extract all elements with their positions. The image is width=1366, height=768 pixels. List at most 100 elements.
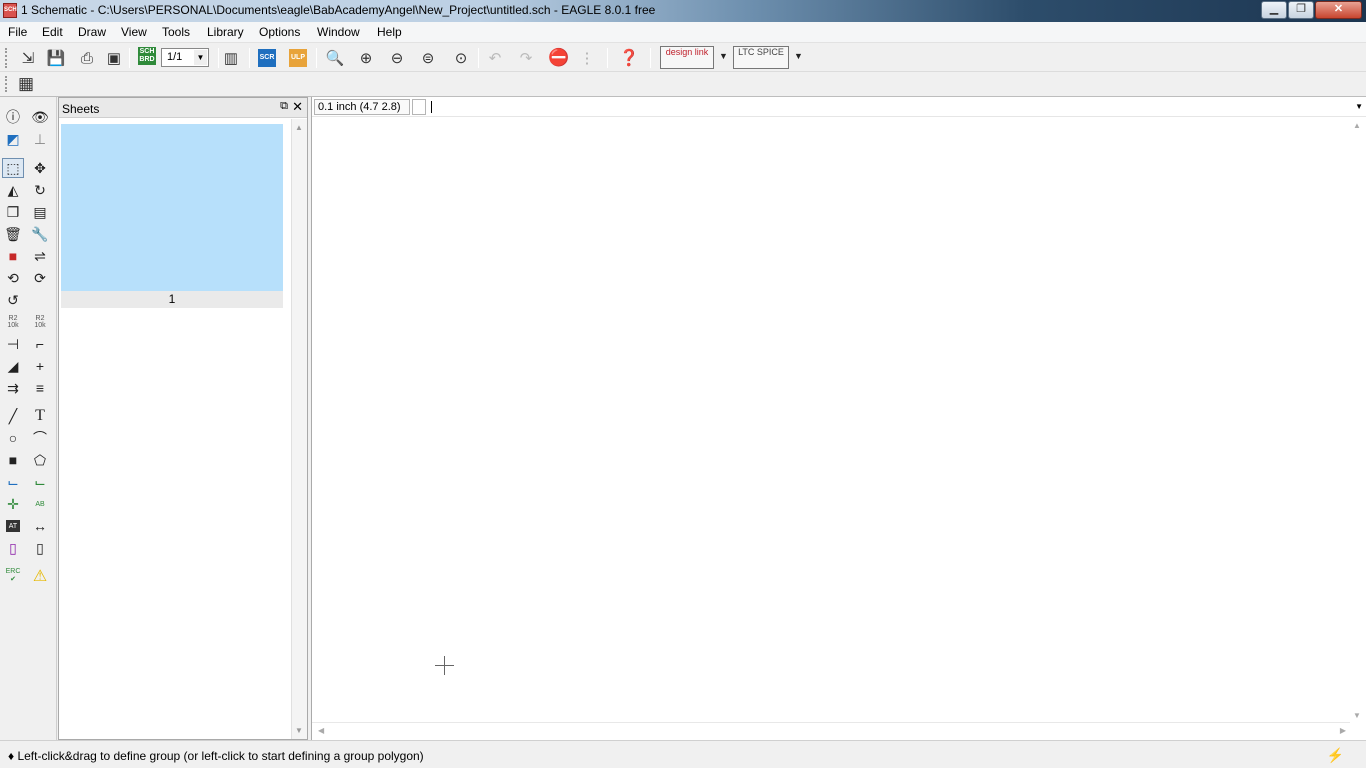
change-icon[interactable]: 🔧 xyxy=(29,224,51,244)
align-icon[interactable]: ≡ xyxy=(29,378,51,398)
maximize-button[interactable]: ❐ xyxy=(1288,1,1314,19)
rectangle-icon[interactable]: ■ xyxy=(2,450,24,470)
slice-icon[interactable]: ◢ xyxy=(2,356,24,376)
command-line-input[interactable] xyxy=(428,99,1348,115)
mark-icon[interactable]: ⊥ xyxy=(29,129,51,149)
rotate-icon[interactable]: ↻ xyxy=(29,180,51,200)
sheets-scrollbar[interactable]: ▲ ▼ xyxy=(291,119,307,739)
optimize-icon[interactable]: + xyxy=(29,356,51,376)
mirror-icon[interactable]: ◭ xyxy=(2,180,24,200)
zoom-select-icon[interactable]: ⊙ xyxy=(450,47,472,69)
save-icon[interactable]: 💾 xyxy=(45,47,67,69)
gate-swap-icon[interactable]: ⟳ xyxy=(29,268,51,288)
toolbar-grip[interactable] xyxy=(5,48,8,68)
zoom-out-icon[interactable]: ⊖ xyxy=(386,47,408,69)
show-icon[interactable]: 👁 xyxy=(29,107,51,127)
stack-icon[interactable]: ▥ xyxy=(220,47,242,69)
dimension-icon[interactable]: ↔ xyxy=(29,516,51,536)
scroll-right-icon[interactable]: ▶ xyxy=(1340,726,1346,735)
vertical-scrollbar[interactable]: ▲ ▼ xyxy=(1349,117,1366,722)
modules-icon[interactable]: ▯ xyxy=(29,538,51,558)
miter-icon[interactable]: ⌐ xyxy=(29,334,51,354)
attribute-icon[interactable]: AT xyxy=(6,520,20,532)
scroll-down-icon[interactable]: ▼ xyxy=(295,726,303,735)
grid-icon[interactable]: ▦ xyxy=(15,73,37,95)
script-icon[interactable]: SCR xyxy=(258,49,276,67)
scroll-up-icon[interactable]: ▲ xyxy=(1353,121,1361,130)
zoom-previous-icon[interactable]: ⊜ xyxy=(417,47,439,69)
value-tool-icon[interactable]: R2 10k xyxy=(29,312,51,332)
menu-options[interactable]: Options xyxy=(259,25,300,39)
frame-icon[interactable]: ▯ xyxy=(2,538,24,558)
pinswap-icon[interactable]: ⇌ xyxy=(29,246,51,266)
ulp-icon[interactable]: ULP xyxy=(289,49,307,67)
invoke-icon[interactable]: ↺ xyxy=(2,290,24,310)
command-history-box[interactable] xyxy=(412,99,426,115)
text-icon[interactable]: T xyxy=(29,406,51,426)
menu-help[interactable]: Help xyxy=(377,25,402,39)
arc-icon[interactable]: ⌒ xyxy=(29,428,51,448)
drawing-canvas[interactable] xyxy=(312,117,1350,722)
horizontal-scrollbar[interactable]: ◀ ▶ xyxy=(312,722,1350,740)
redo-icon[interactable]: ↷ xyxy=(515,47,537,69)
chevron-down-icon[interactable]: ▼ xyxy=(794,51,803,61)
menu-file[interactable]: File xyxy=(8,25,27,39)
paste-icon[interactable]: ▤ xyxy=(29,202,51,222)
close-window-button[interactable]: ✕ xyxy=(1315,1,1362,19)
menu-view[interactable]: View xyxy=(121,25,147,39)
label-icon[interactable]: AB xyxy=(29,494,51,514)
zoom-fit-icon[interactable]: 🔍 xyxy=(324,47,346,69)
sheet-thumbnail[interactable] xyxy=(61,124,283,291)
help-icon[interactable]: ❓ xyxy=(618,47,640,69)
cam-processor-icon[interactable]: ▣ xyxy=(103,47,125,69)
menu-edit[interactable]: Edit xyxy=(42,25,63,39)
smash-icon[interactable]: ⇉ xyxy=(2,378,24,398)
sch-brd-switch-icon[interactable]: SCH BRD xyxy=(138,47,156,65)
sheet-number-label[interactable]: 1 xyxy=(61,291,283,308)
stop-icon[interactable]: ⛔ xyxy=(548,47,570,69)
scroll-down-icon[interactable]: ▼ xyxy=(1353,711,1361,720)
split-icon[interactable]: ⊣ xyxy=(2,334,24,354)
circle-icon[interactable]: ○ xyxy=(2,428,24,448)
design-link-button[interactable]: design link xyxy=(660,46,714,69)
polygon-icon[interactable]: ⬠ xyxy=(29,450,51,470)
info-icon[interactable]: ⓘ xyxy=(2,107,24,127)
name-tool-icon[interactable]: R2 10k xyxy=(2,312,24,332)
go-icon[interactable]: ⋮ xyxy=(576,47,598,69)
title-bar: SCH 1 Schematic - C:\Users\PERSONAL\Docu… xyxy=(0,0,1366,22)
net-icon[interactable]: ⌙ xyxy=(2,472,24,492)
add-part-icon[interactable]: ■ xyxy=(2,246,24,266)
chevron-down-icon[interactable]: ▼ xyxy=(1355,102,1363,111)
move-icon[interactable]: ✥ xyxy=(29,158,51,178)
toolbar-grip[interactable] xyxy=(5,76,8,92)
line-icon[interactable]: ╱ xyxy=(2,406,24,426)
chevron-down-icon: ▼ xyxy=(194,50,207,65)
menu-tools[interactable]: Tools xyxy=(162,25,190,39)
menu-draw[interactable]: Draw xyxy=(78,25,106,39)
scroll-left-icon[interactable]: ◀ xyxy=(318,726,324,735)
close-panel-icon[interactable]: ✕ xyxy=(292,99,303,115)
group-select-icon[interactable]: ⬚ xyxy=(2,158,24,178)
ltspice-button[interactable]: LTC SPICE xyxy=(733,46,789,69)
float-panel-icon[interactable]: ⧉ xyxy=(280,100,288,113)
open-icon[interactable]: ⇲ xyxy=(17,47,39,69)
copy-icon[interactable]: ❐ xyxy=(2,202,24,222)
replace-icon[interactable]: ⟲ xyxy=(2,268,24,288)
sheet-selector[interactable]: 1/1 ▼ xyxy=(161,48,209,67)
errors-warning-icon[interactable]: ⚠ xyxy=(29,566,51,586)
menu-library[interactable]: Library xyxy=(207,25,244,39)
erc-icon[interactable]: ERC ✔ xyxy=(2,566,24,586)
delete-icon[interactable]: 🗑 xyxy=(2,224,24,244)
chevron-down-icon[interactable]: ▼ xyxy=(719,51,728,61)
zoom-in-icon[interactable]: ⊕ xyxy=(355,47,377,69)
bus-icon[interactable]: ⌙ xyxy=(29,472,51,492)
junction-icon[interactable]: ✛ xyxy=(2,494,24,514)
menu-window[interactable]: Window xyxy=(317,25,360,39)
undo-icon[interactable]: ↶ xyxy=(484,47,506,69)
window-title: 1 Schematic - C:\Users\PERSONAL\Document… xyxy=(21,3,656,17)
sheets-panel-header: Sheets ⧉ ✕ xyxy=(59,98,307,118)
minimize-button[interactable]: ▁ xyxy=(1261,1,1287,19)
print-icon[interactable]: ⎙ xyxy=(76,47,98,69)
display-layers-icon[interactable]: ◩ xyxy=(2,129,24,149)
scroll-up-icon[interactable]: ▲ xyxy=(295,123,303,132)
